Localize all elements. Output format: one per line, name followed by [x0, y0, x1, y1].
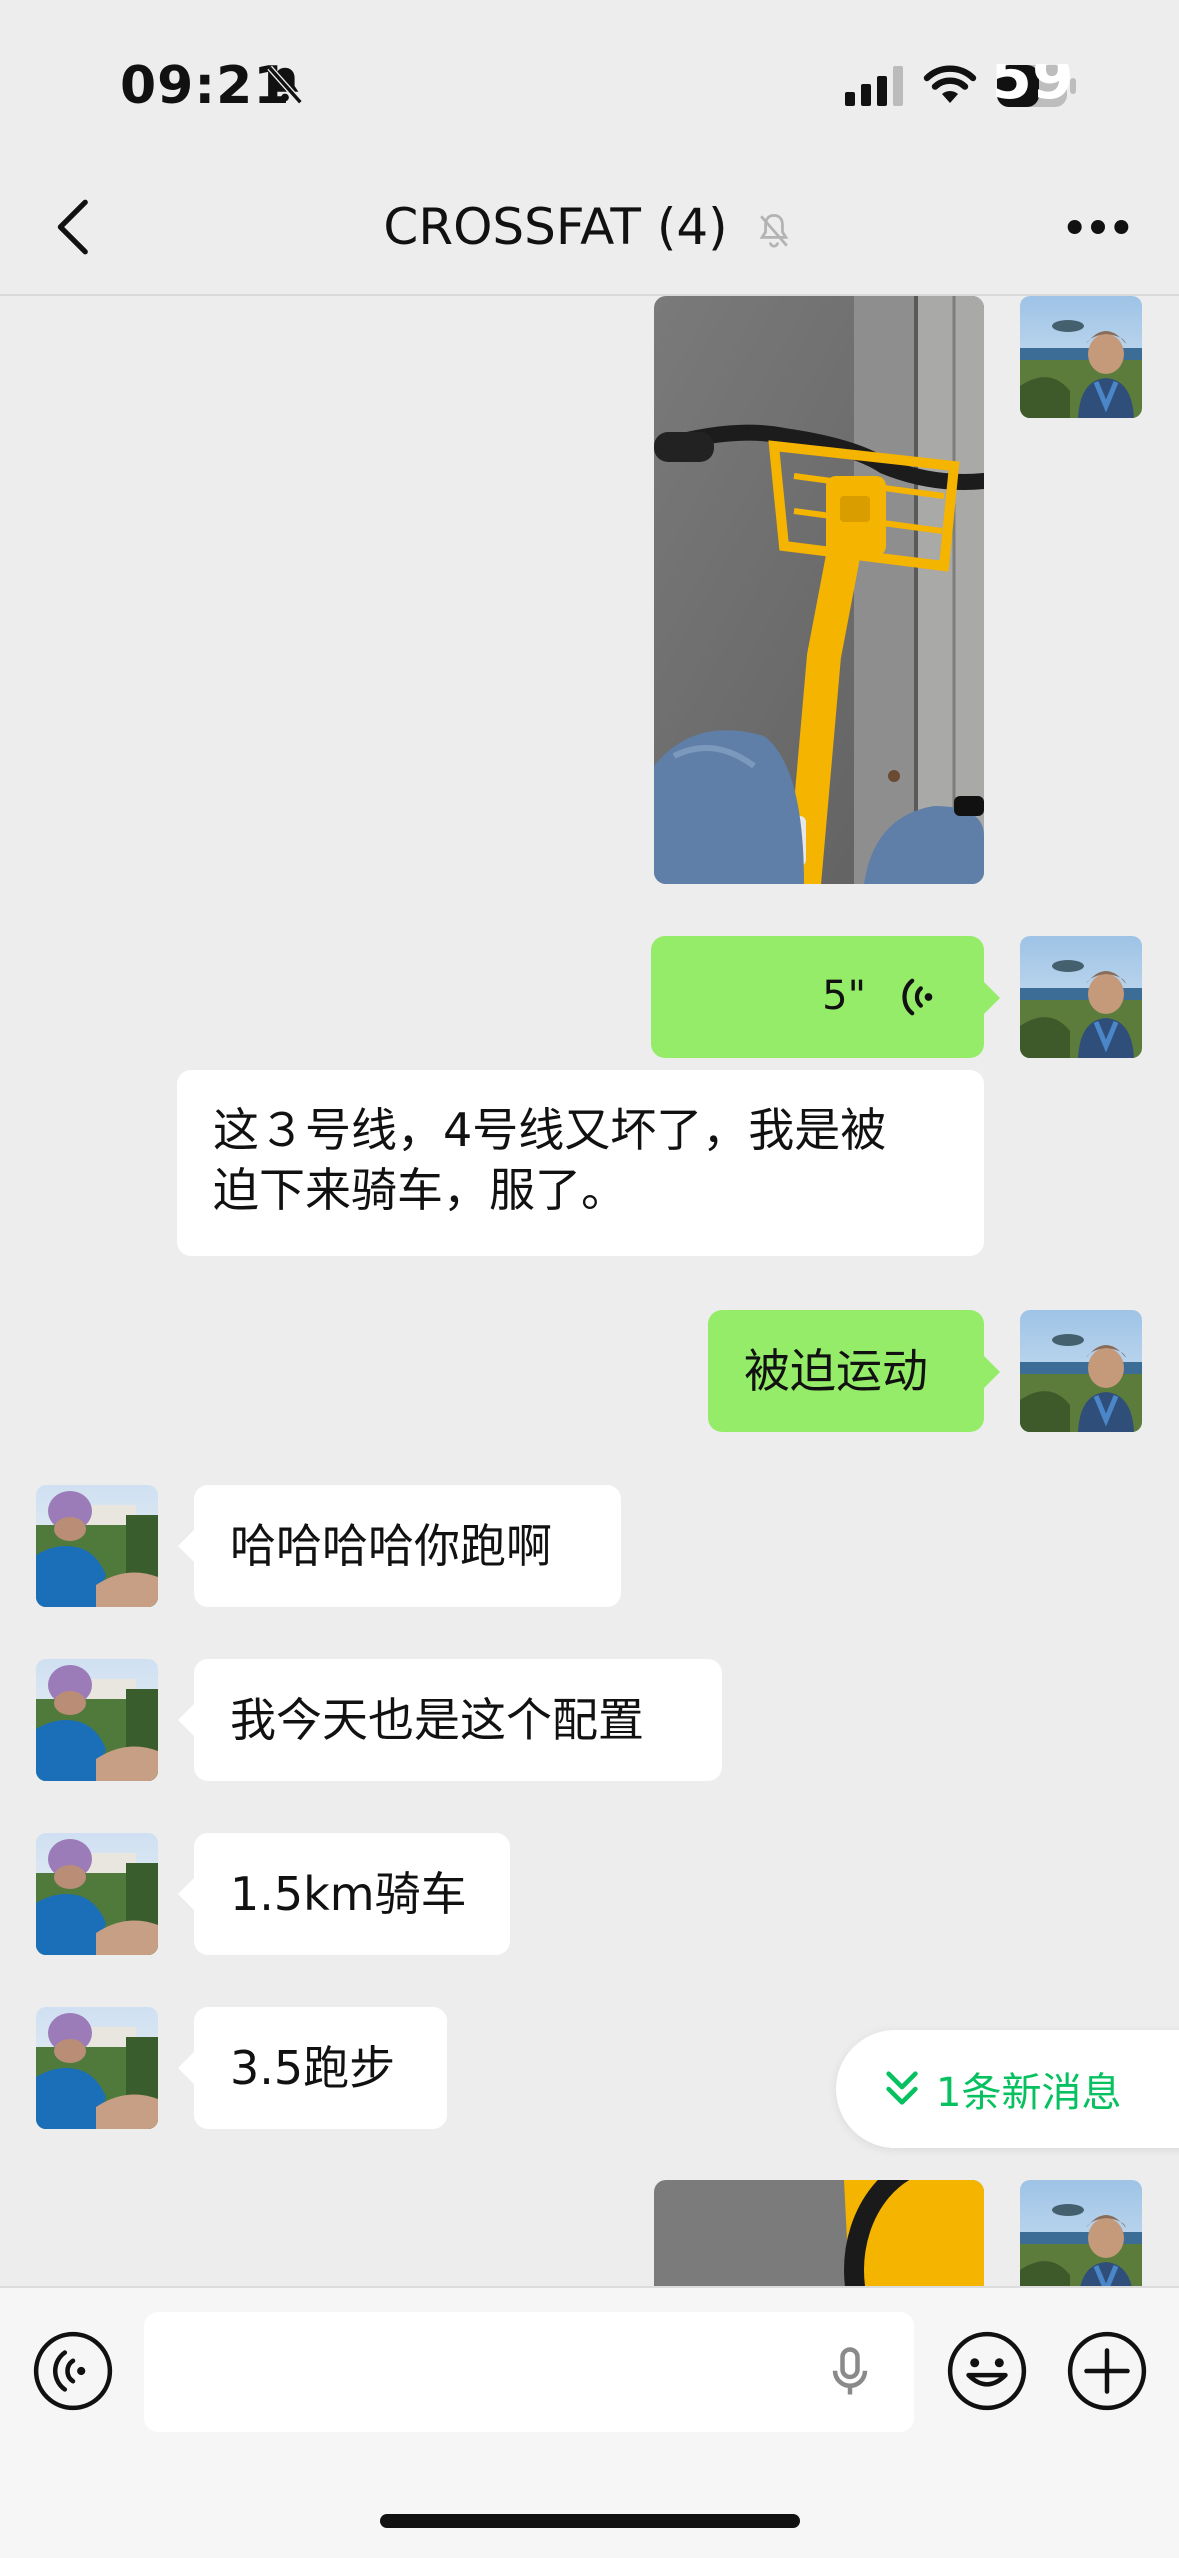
text-message[interactable]: 被迫运动	[708, 1310, 984, 1432]
message-text: 3.5跑步	[230, 2041, 396, 2095]
voice-message[interactable]: 5"	[651, 936, 984, 1058]
text-message[interactable]: 3.5跑步	[194, 2007, 447, 2129]
bubble-tail	[178, 1530, 194, 1562]
new-message-label: 1条新消息	[936, 2070, 1122, 2116]
message-text: 被迫运动	[744, 1344, 928, 1398]
more-options-icon[interactable]	[1058, 192, 1138, 262]
cellular-signal-icon	[845, 66, 903, 106]
bubble-tail	[178, 1704, 194, 1736]
contact-avatar[interactable]	[36, 1485, 158, 1607]
bike-wheel-photo-image	[654, 2180, 984, 2286]
image-message[interactable]	[654, 2180, 984, 2286]
home-indicator[interactable]	[380, 2514, 800, 2528]
new-message-banner[interactable]: 1条新消息	[836, 2030, 1179, 2148]
bike-photo-image	[654, 296, 984, 884]
bubble-tail	[984, 982, 1000, 1014]
self-avatar[interactable]	[1020, 1310, 1142, 1432]
voice-toggle-icon[interactable]	[32, 2330, 114, 2412]
text-message[interactable]: 1.5km骑车	[194, 1833, 510, 1955]
image-message[interactable]	[654, 296, 984, 884]
bubble-tail	[178, 2052, 194, 2084]
chat-title[interactable]: CROSSFAT (4)	[0, 198, 1179, 256]
message-list[interactable]: 5" 这３号线，4号线又坏了，我是被 迫下来骑车，服了。 被迫运动 哈哈哈哈你跑…	[0, 296, 1179, 2286]
text-message[interactable]: 我今天也是这个配置	[194, 1659, 722, 1781]
message-text: 1.5km骑车	[230, 1867, 467, 1921]
input-bar	[0, 2286, 1179, 2558]
contact-avatar[interactable]	[36, 1659, 158, 1781]
microphone-icon[interactable]	[820, 2342, 880, 2402]
self-avatar[interactable]	[1020, 936, 1142, 1058]
status-bar: 09:21 59	[0, 0, 1179, 160]
message-text: 哈哈哈哈你跑啊	[230, 1519, 552, 1573]
bell-off-icon	[267, 65, 303, 105]
self-avatar[interactable]	[1020, 296, 1142, 418]
battery-icon: 59	[996, 64, 1076, 108]
message-text: 我今天也是这个配置	[230, 1693, 644, 1747]
emoji-icon[interactable]	[946, 2330, 1028, 2412]
message-input[interactable]	[144, 2312, 914, 2432]
chat-title-text: CROSSFAT (4)	[383, 198, 728, 256]
message-text-line: 这３号线，4号线又坏了，我是被	[213, 1103, 887, 1157]
self-avatar[interactable]	[1020, 2180, 1142, 2286]
battery-level: 59	[996, 64, 1074, 108]
text-message[interactable]: 哈哈哈哈你跑啊	[194, 1485, 621, 1607]
text-message[interactable]: 这３号线，4号线又坏了，我是被 迫下来骑车，服了。	[177, 1070, 984, 1256]
chat-header: CROSSFAT (4)	[0, 160, 1179, 296]
voice-duration: 5"	[822, 973, 866, 1019]
bubble-tail	[178, 1878, 194, 1910]
plus-circle-icon[interactable]	[1066, 2330, 1148, 2412]
contact-avatar[interactable]	[36, 2007, 158, 2129]
bubble-tail	[984, 1356, 1000, 1388]
contact-avatar[interactable]	[36, 1833, 158, 1955]
double-chevron-down-icon	[886, 2071, 918, 2105]
message-text-line: 迫下来骑车，服了。	[213, 1163, 627, 1217]
wifi-icon	[923, 65, 977, 103]
muted-bell-icon	[759, 213, 788, 248]
voice-wave-icon	[902, 978, 933, 1016]
